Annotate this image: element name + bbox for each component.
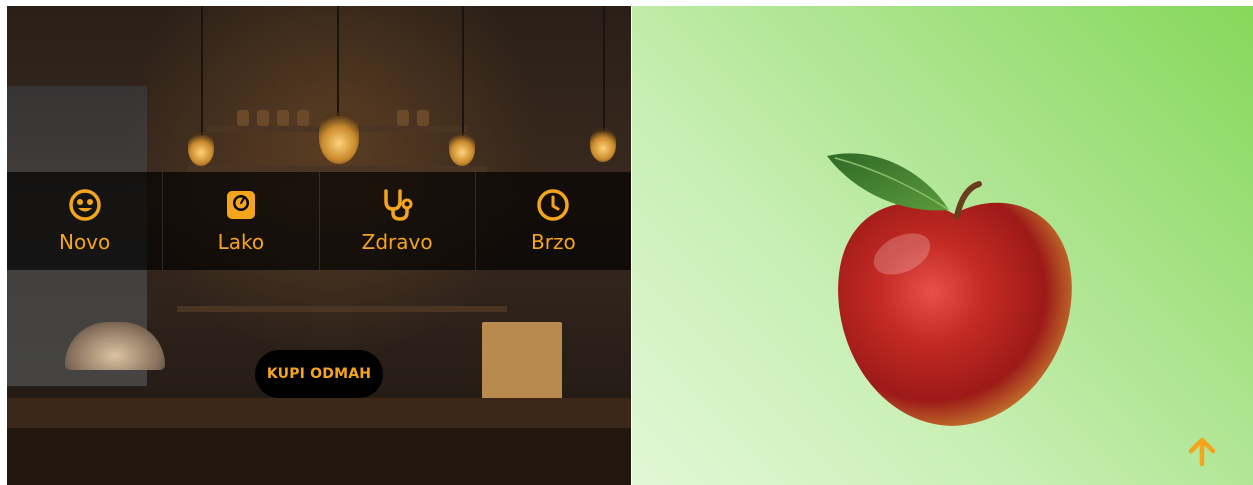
feature-label: Novo [58, 230, 111, 254]
product-panel [632, 6, 1253, 485]
lamp [319, 112, 359, 164]
jar [397, 110, 409, 126]
feature-label: Brzo [531, 230, 576, 254]
jar [277, 110, 289, 126]
stethoscope-icon [384, 189, 413, 221]
jar [237, 110, 249, 126]
feature-zdravo: Zdravo [320, 172, 476, 270]
jar [297, 110, 309, 126]
jar [257, 110, 269, 126]
lamp [590, 128, 616, 162]
apple-image [817, 144, 1092, 434]
clock-icon [537, 189, 570, 221]
scroll-to-top-button[interactable] [1186, 436, 1218, 468]
arrow-up-icon [1188, 437, 1216, 467]
feature-label: Zdravo [361, 230, 433, 254]
lamp-cord [337, 6, 339, 116]
lamp [449, 132, 475, 166]
lamp [188, 132, 214, 166]
lamp-cord [201, 6, 203, 136]
feature-label: Lako [217, 230, 265, 254]
feature-bar: Novo Lako Zdravo Brzo [7, 172, 631, 270]
lamp-cord [603, 6, 605, 131]
feature-brzo: Brzo [476, 172, 631, 270]
feature-novo: Novo [7, 172, 164, 270]
scale-icon [226, 191, 255, 219]
buy-now-button[interactable]: KUPI ODMAH [255, 350, 383, 398]
product-box [482, 322, 562, 410]
smile-icon [68, 189, 101, 221]
jar [417, 110, 429, 126]
cabinet [7, 428, 631, 485]
feature-lako: Lako [163, 172, 320, 270]
shelf [177, 306, 507, 312]
counter [7, 398, 631, 428]
lamp-cord [462, 6, 464, 136]
